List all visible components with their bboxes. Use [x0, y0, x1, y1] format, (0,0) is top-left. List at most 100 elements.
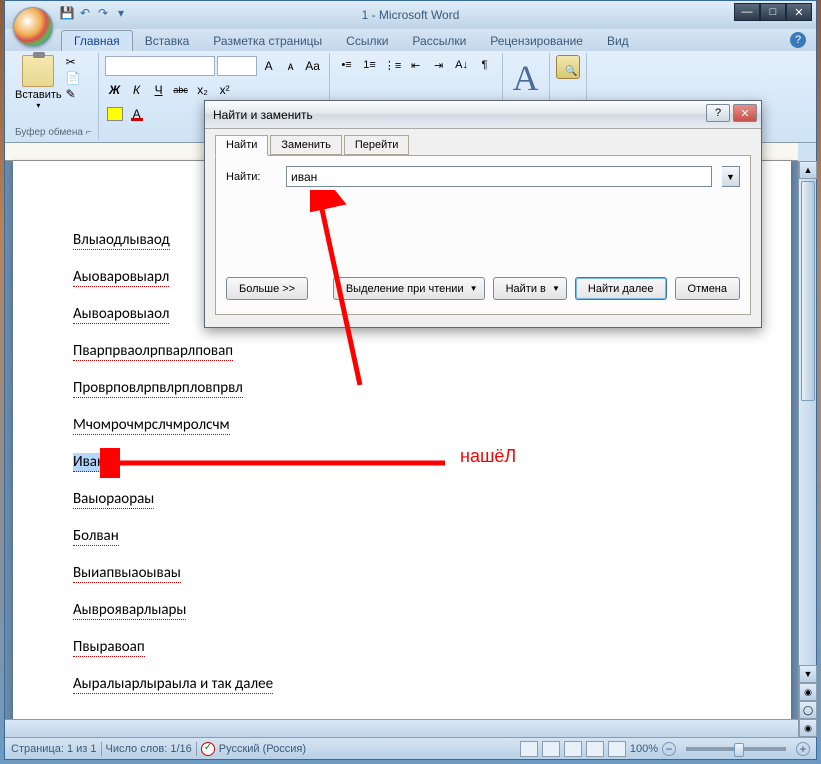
- view-fullscreen-icon[interactable]: [542, 741, 560, 757]
- save-icon[interactable]: 💾: [59, 5, 75, 21]
- document-line[interactable]: Пвыравоап: [73, 638, 145, 657]
- document-line[interactable]: Болван: [73, 527, 119, 546]
- dialog-help-button[interactable]: ?: [706, 104, 730, 122]
- zoom-in-button[interactable]: +: [796, 742, 810, 756]
- sort-icon[interactable]: A↓: [451, 55, 473, 75]
- document-line[interactable]: Аывоаровыаол: [73, 305, 169, 324]
- strikethrough-button[interactable]: abc: [171, 80, 191, 100]
- reading-highlight-button[interactable]: Выделение при чтении: [333, 277, 485, 300]
- bold-button[interactable]: Ж: [105, 80, 125, 100]
- status-language[interactable]: Русский (Россия): [219, 743, 306, 755]
- view-draft-icon[interactable]: [608, 741, 626, 757]
- view-web-icon[interactable]: [564, 741, 582, 757]
- quick-access-toolbar: 💾 ↶ ↷ ▾: [59, 5, 129, 21]
- paste-label: Вставить: [15, 89, 62, 101]
- tab-insert[interactable]: Вставка: [133, 31, 202, 51]
- decrease-indent-icon[interactable]: ⇤: [405, 55, 427, 75]
- show-marks-icon[interactable]: ¶: [474, 55, 496, 75]
- zoom-level[interactable]: 100%: [630, 743, 658, 755]
- scroll-thumb[interactable]: [801, 181, 815, 401]
- browse-object-icon[interactable]: ◯: [799, 701, 817, 719]
- document-line[interactable]: Мчомрочмрслчмролсчм: [73, 416, 230, 435]
- status-page[interactable]: Страница: 1 из 1: [11, 743, 97, 755]
- find-next-button[interactable]: Найти далее: [575, 277, 667, 300]
- dialog-titlebar[interactable]: Найти и заменить ? ✕: [205, 101, 761, 129]
- clipboard-group: Вставить ▾ ✂ 📄 ✎ Буфер обмена ⌐: [9, 53, 99, 140]
- document-line[interactable]: Ваыораораы: [73, 490, 154, 509]
- statusbar: Страница: 1 из 1 Число слов: 1/16 Русски…: [5, 737, 816, 759]
- spellcheck-icon[interactable]: [201, 742, 215, 756]
- vertical-scrollbar[interactable]: ▲ ▼ ◉ ◯ ◉: [798, 161, 816, 737]
- numbering-icon[interactable]: 1≡: [359, 55, 381, 75]
- tab-layout[interactable]: Разметка страницы: [201, 31, 334, 51]
- find-input[interactable]: [286, 166, 712, 187]
- find-in-button[interactable]: Найти в: [493, 277, 567, 300]
- tab-references[interactable]: Ссылки: [334, 31, 400, 51]
- scroll-up-icon[interactable]: ▲: [799, 161, 817, 179]
- increase-indent-icon[interactable]: ⇥: [428, 55, 450, 75]
- cancel-button[interactable]: Отмена: [675, 277, 740, 300]
- close-button[interactable]: ✕: [786, 3, 812, 21]
- subscript-button[interactable]: x₂: [193, 80, 213, 100]
- tab-review[interactable]: Рецензирование: [478, 31, 595, 51]
- document-line[interactable]: Аыралыарлыраыла и так далее: [73, 675, 273, 694]
- document-line[interactable]: Проврповлрпвлрпловпрвл: [73, 379, 243, 398]
- redo-icon[interactable]: ↷: [95, 5, 111, 21]
- status-words[interactable]: Число слов: 1/16: [106, 743, 192, 755]
- dialog-tab-find[interactable]: Найти: [215, 135, 268, 156]
- paste-icon: [22, 55, 54, 87]
- maximize-button[interactable]: □: [760, 3, 786, 21]
- font-family-select[interactable]: [105, 56, 215, 76]
- find-replace-dialog: Найти и заменить ? ✕ Найти Заменить Пере…: [204, 100, 762, 328]
- qat-dropdown-icon[interactable]: ▾: [113, 5, 129, 21]
- underline-button[interactable]: Ч: [149, 80, 169, 100]
- cut-icon[interactable]: ✂: [66, 55, 82, 69]
- style-normal-icon[interactable]: A: [513, 57, 539, 99]
- highlight-button[interactable]: [105, 104, 125, 124]
- zoom-slider[interactable]: [686, 747, 786, 751]
- minimize-button[interactable]: —: [734, 3, 760, 21]
- dialog-close-button[interactable]: ✕: [733, 104, 757, 122]
- dialog-tab-goto[interactable]: Перейти: [344, 135, 410, 155]
- office-button[interactable]: [13, 7, 53, 47]
- find-label: Найти:: [226, 171, 276, 183]
- superscript-button[interactable]: x²: [215, 80, 235, 100]
- dialog-title-text: Найти и заменить: [213, 108, 313, 122]
- more-button[interactable]: Больше >>: [226, 277, 308, 300]
- view-outline-icon[interactable]: [586, 741, 604, 757]
- font-size-select[interactable]: [217, 56, 257, 76]
- view-print-layout-icon[interactable]: [520, 741, 538, 757]
- dialog-body: Найти Заменить Перейти Найти: ▼ Больше >…: [205, 129, 761, 327]
- grow-font-icon[interactable]: A: [259, 56, 279, 76]
- scroll-down-icon[interactable]: ▼: [799, 665, 817, 683]
- dialog-tab-replace[interactable]: Заменить: [270, 135, 341, 155]
- document-line[interactable]: Иван: [73, 453, 105, 472]
- bullets-icon[interactable]: •≡: [336, 55, 358, 75]
- document-line[interactable]: Аыоваровыарл: [73, 268, 169, 287]
- prev-page-icon[interactable]: ◉: [799, 683, 817, 701]
- document-line[interactable]: Аыврояварлыары: [73, 601, 186, 620]
- window-title: 1 - Microsoft Word: [362, 8, 460, 22]
- multilevel-icon[interactable]: ⋮≡: [382, 55, 404, 75]
- find-history-dropdown-icon[interactable]: ▼: [722, 166, 740, 187]
- tab-home[interactable]: Главная: [61, 30, 133, 51]
- next-page-icon[interactable]: ◉: [799, 719, 817, 737]
- paste-button[interactable]: Вставить ▾: [15, 55, 62, 110]
- shrink-font-icon[interactable]: ᴀ: [281, 56, 301, 76]
- help-icon[interactable]: ?: [790, 32, 806, 48]
- format-painter-icon[interactable]: ✎: [66, 87, 82, 101]
- font-color-button[interactable]: A: [127, 104, 147, 124]
- horizontal-scrollbar[interactable]: [5, 719, 798, 737]
- find-icon[interactable]: [556, 55, 580, 79]
- copy-icon[interactable]: 📄: [66, 71, 82, 85]
- undo-icon[interactable]: ↶: [77, 5, 93, 21]
- tab-view[interactable]: Вид: [595, 31, 641, 51]
- document-line[interactable]: Влыаодлываод: [73, 231, 170, 250]
- window-controls: — □ ✕: [734, 3, 812, 21]
- document-line[interactable]: Пварпрваолрпварлповап: [73, 342, 233, 361]
- tab-mailings[interactable]: Рассылки: [400, 31, 478, 51]
- document-line[interactable]: Выиапвыаоываы: [73, 564, 181, 583]
- italic-button[interactable]: К: [127, 80, 147, 100]
- clear-format-icon[interactable]: Aa: [303, 56, 323, 76]
- zoom-out-button[interactable]: −: [662, 742, 676, 756]
